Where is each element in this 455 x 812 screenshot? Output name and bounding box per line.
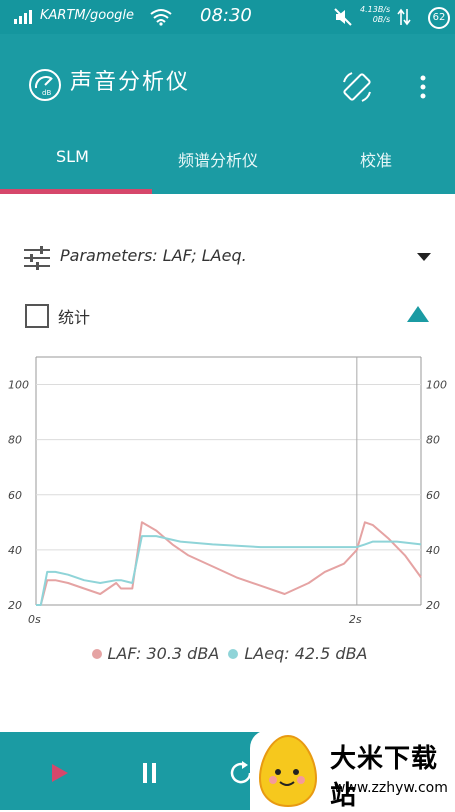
chart-legend: LAF: 30.3 dBA LAeq: 42.5 dBA — [0, 644, 455, 663]
laeq-legend-marker — [228, 649, 239, 659]
y-tick-right-60: 60 — [426, 489, 440, 502]
more-options-icon[interactable] — [418, 74, 428, 100]
battery-indicator: 62 — [428, 7, 450, 29]
watermark-url: www.zzhyw.com — [334, 780, 448, 796]
signal-icon — [14, 10, 32, 24]
tab-slm[interactable]: SLM — [56, 147, 89, 166]
svg-text:dB: dB — [42, 89, 51, 97]
sound-meter-icon: dB — [29, 69, 61, 101]
play-icon[interactable] — [52, 764, 68, 782]
watermark: 大米下载站 www.zzhyw.com — [250, 730, 455, 811]
pause-icon[interactable] — [141, 763, 159, 783]
network-speed: 4.13B/s 0B/s — [360, 5, 390, 25]
wifi-icon — [150, 9, 172, 26]
parameters-selector[interactable]: Parameters: LAF; LAeq. — [0, 236, 455, 278]
y-tick-left-40: 40 — [8, 544, 22, 557]
y-tick-right-80: 80 — [426, 434, 440, 447]
y-tick-left-60: 60 — [8, 489, 22, 502]
sound-level-chart: 100 100 80 80 60 60 40 40 20 20 0s 2s — [8, 356, 447, 626]
x-tick-0s: 0s — [28, 613, 41, 626]
x-tick-2s: 2s — [349, 613, 362, 626]
y-tick-right-20: 20 — [426, 599, 440, 612]
download-speed: 0B/s — [372, 15, 391, 24]
series-laeq-line — [36, 535, 422, 606]
app-bar: dB 声音分析仪 SLM 频谱分析仪 校准 — [0, 34, 455, 194]
parameters-label: Parameters: LAF; LAeq. — [60, 246, 247, 265]
dropdown-arrow-icon[interactable] — [417, 253, 431, 261]
status-bar: KARTM/google 08:30 4.13B/s 0B/s 62 — [0, 0, 455, 34]
statistics-row: 统计 — [0, 294, 455, 336]
y-tick-left-20: 20 — [8, 599, 22, 612]
laf-legend-label: LAF: 30.3 dBA — [107, 644, 220, 663]
tab-spectrum-analyzer[interactable]: 频谱分析仪 — [178, 147, 258, 171]
laf-legend-marker — [91, 649, 102, 659]
mute-icon — [334, 8, 352, 26]
series-laf-line — [36, 521, 422, 606]
rotate-screen-icon[interactable] — [340, 70, 374, 104]
statistics-label: 统计 — [58, 308, 91, 327]
tab-indicator — [0, 189, 152, 194]
upload-speed: 4.13B/s — [360, 5, 391, 14]
clock: 08:30 — [200, 5, 252, 26]
tune-icon — [24, 246, 50, 270]
statistics-checkbox[interactable] — [25, 304, 49, 328]
watermark-name: 大米下载站 — [330, 744, 439, 811]
tab-calibration[interactable]: 校准 — [360, 147, 392, 171]
collapse-arrow-icon[interactable] — [407, 306, 429, 322]
carrier-label: KARTM/google — [40, 8, 135, 23]
laeq-legend-label: LAeq: 42.5 dBA — [244, 644, 368, 663]
y-tick-right-100: 100 — [426, 379, 447, 392]
data-transfer-icon — [397, 8, 411, 26]
y-tick-right-40: 40 — [426, 544, 440, 557]
app-title: 声音分析仪 — [70, 70, 191, 95]
y-tick-left-80: 80 — [8, 434, 22, 447]
watermark-logo-icon — [258, 734, 318, 808]
y-tick-left-100: 100 — [8, 379, 29, 392]
